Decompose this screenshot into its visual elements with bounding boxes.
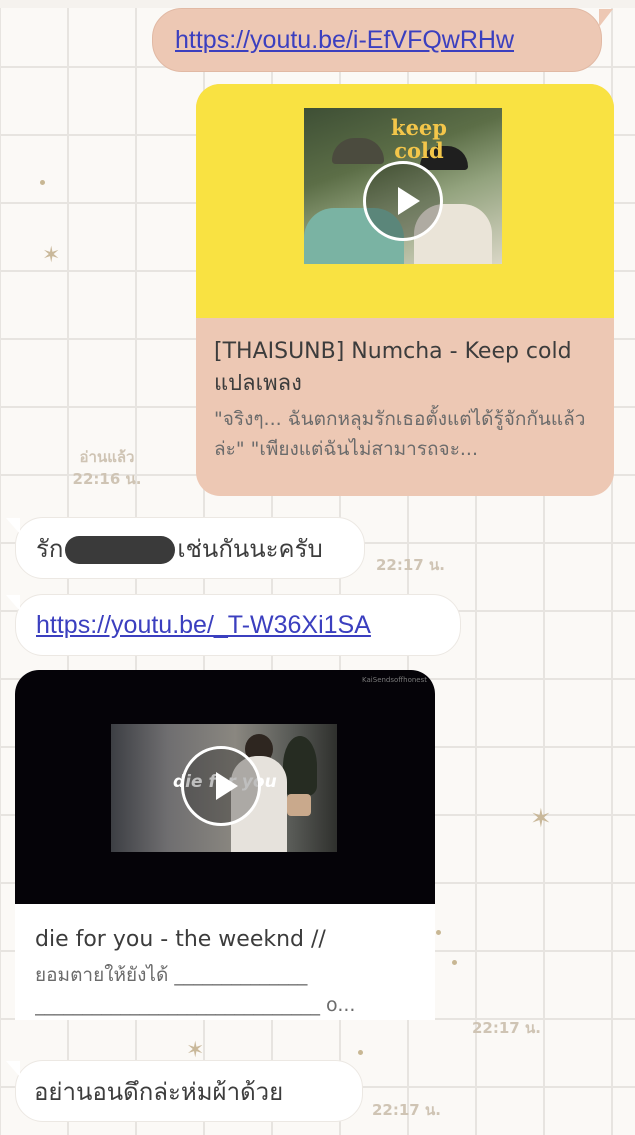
youtube-link[interactable]: https://youtu.be/_T-W36Xi1SA	[36, 611, 371, 640]
message-time: 22:17 น.	[472, 1019, 541, 1037]
play-icon[interactable]	[181, 746, 261, 826]
thumbnail-title: keep cold	[391, 115, 447, 163]
star-icon: ✶	[530, 804, 552, 834]
bubble-tail	[6, 1061, 20, 1077]
star-icon: ✶	[42, 243, 61, 268]
top-edge	[0, 0, 635, 8]
bubble-tail	[6, 595, 20, 611]
redacted-name	[65, 535, 176, 564]
bubble-tail	[6, 518, 20, 534]
preview-description: ยอมตายให้ยังได้ ______________ _________…	[35, 964, 356, 1016]
incoming-link-preview-card[interactable]: KaiSendsoffhonest die for you die for yo…	[15, 670, 435, 1020]
star-icon: ✶	[186, 1038, 205, 1063]
bubble-tail	[599, 9, 613, 27]
video-preview[interactable]: KaiSendsoffhonest die for you	[15, 670, 435, 904]
decor-dot	[436, 930, 441, 935]
channel-watermark: KaiSendsoffhonest	[362, 676, 427, 684]
decor-dot	[358, 1050, 363, 1055]
read-receipt: อ่านแล้ว 22:16 น.	[62, 446, 152, 490]
incoming-message-bubble[interactable]: รัก เช่นกันนะครับ	[6, 517, 365, 579]
message-time: 22:17 น.	[372, 1101, 441, 1119]
video-preview[interactable]: keep cold	[196, 84, 614, 318]
message-time: 22:16 น.	[72, 470, 142, 488]
message-time: 22:17 น.	[376, 556, 445, 574]
message-text: อย่านอนดึกล่ะห่มผ้าด้วย	[34, 1077, 284, 1106]
preview-title: die for you - the weeknd //	[35, 927, 326, 952]
outgoing-link-bubble[interactable]: https://youtu.be/i-EfVFQwRHw	[152, 8, 613, 72]
preview-meta: die for you - the weeknd // ยอมตายให้ยัง…	[15, 904, 435, 1020]
preview-title: [THAISUNB] Numcha - Keep cold แปลเพลง	[214, 339, 572, 396]
outgoing-link-preview-card[interactable]: keep cold [THAISUNB] Numcha - Keep cold …	[196, 84, 614, 496]
read-label: อ่านแล้ว	[79, 448, 135, 466]
message-text: รัก เช่นกันนะครับ	[36, 534, 323, 564]
youtube-link[interactable]: https://youtu.be/i-EfVFQwRHw	[175, 26, 514, 55]
incoming-link-bubble[interactable]: https://youtu.be/_T-W36Xi1SA	[6, 594, 461, 656]
incoming-message-bubble[interactable]: อย่านอนดึกล่ะห่มผ้าด้วย	[6, 1060, 363, 1122]
preview-description: "จริงๆ... ฉันตกหลุมรักเธอตั้งแต่ได้รู้จั…	[214, 408, 586, 460]
decor-dot	[452, 960, 457, 965]
decor-dot	[40, 180, 45, 185]
play-icon[interactable]	[363, 161, 443, 241]
preview-meta: [THAISUNB] Numcha - Keep cold แปลเพลง "จ…	[196, 318, 614, 464]
